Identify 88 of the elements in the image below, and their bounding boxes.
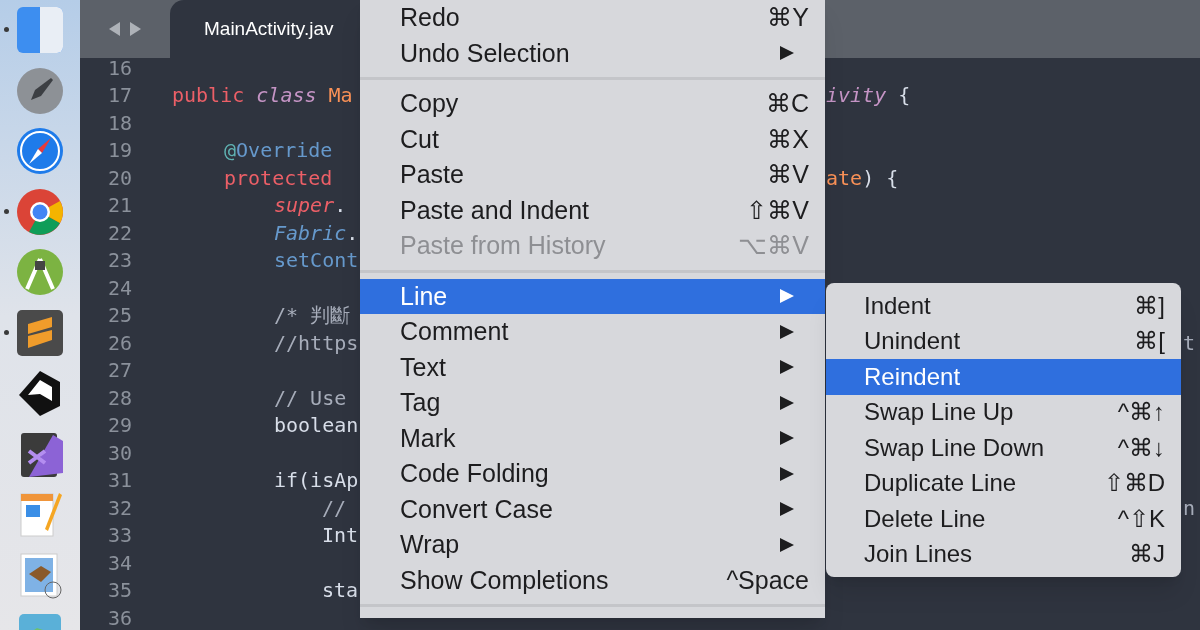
code-text: ivity {	[826, 82, 911, 110]
tab-title: MainActivity.jav	[204, 16, 334, 41]
code-text: //https	[274, 329, 359, 357]
line-number: 25	[106, 302, 132, 330]
menu-item[interactable]: Show Completions ^Space	[360, 562, 825, 598]
code-text: sta	[322, 577, 359, 605]
menu-item[interactable]: Delete Line ^⇧K	[826, 501, 1181, 537]
line-number: 26	[106, 329, 132, 357]
line-number: 29	[106, 412, 132, 440]
line-number: 18	[106, 109, 132, 137]
code-text: setCont	[274, 247, 359, 275]
menu-item[interactable]: Unindent ⌘[	[826, 323, 1181, 359]
line-number: 24	[106, 274, 132, 302]
menu-item[interactable]: Duplicate Line ⇧⌘D	[826, 465, 1181, 501]
code-text: Fabric.	[274, 219, 359, 247]
menu-item[interactable]: Paste ⌘V	[360, 157, 825, 193]
shortcut-text: ⌥⌘V	[738, 230, 809, 261]
shortcut-text: ⌘V	[767, 159, 809, 190]
line-number: 30	[106, 439, 132, 467]
submenu-arrow-icon	[779, 465, 795, 482]
menu-item[interactable]: Cut ⌘X	[360, 121, 825, 157]
forward-icon[interactable]	[129, 21, 143, 37]
menu-item[interactable]: Line	[360, 278, 825, 314]
line-number: 27	[106, 357, 132, 385]
shortcut-text: ⌘X	[767, 123, 809, 155]
code-text: // Use	[274, 384, 347, 412]
menu-item[interactable]: Tag	[360, 385, 825, 421]
code-text: if(isAp	[274, 467, 359, 495]
submenu-arrow-icon	[779, 536, 795, 553]
line-number: 17	[106, 82, 132, 110]
line-number: 36	[106, 604, 132, 630]
code-text: //	[322, 494, 347, 522]
code-text: super.	[274, 192, 347, 220]
submenu-arrow-icon	[779, 359, 795, 376]
shortcut-text: ⌘C	[765, 88, 809, 119]
line-number: 35	[106, 577, 132, 605]
shortcut-text: ⇧⌘D	[1103, 468, 1165, 499]
line-number: 34	[106, 549, 132, 577]
line-number: 19	[106, 137, 132, 165]
line-number: 20	[106, 164, 132, 192]
line-number: 28	[106, 384, 132, 412]
submenu-arrow-icon	[779, 288, 795, 305]
submenu-arrow-icon	[779, 323, 795, 340]
menu-item[interactable]: Swap Line Down ^⌘↓	[826, 430, 1181, 466]
code-text: t	[1183, 329, 1196, 357]
menu-item[interactable]: Reindent	[826, 359, 1181, 395]
code-text: ate) {	[826, 164, 899, 192]
shortcut-text: ⌘[	[1134, 326, 1165, 357]
submenu-arrow-icon	[779, 394, 795, 411]
line-number: 21	[106, 192, 132, 220]
code-text: @Override	[224, 137, 333, 165]
code-text: public class Ma	[172, 82, 353, 110]
menu-item[interactable]: Wrap	[360, 527, 825, 563]
menu-item[interactable]: Mark	[360, 420, 825, 456]
compass-icon[interactable]	[15, 126, 65, 176]
code-text: n	[1183, 494, 1196, 522]
code-text: boolean	[274, 412, 359, 440]
rocket-icon[interactable]	[15, 65, 65, 116]
line-number: 16	[106, 54, 132, 82]
menu-item[interactable]: Join Lines ⌘J	[826, 536, 1181, 572]
line-number: 23	[106, 247, 132, 275]
menu-item[interactable]: Paste and Indent ⇧⌘V	[360, 192, 825, 228]
menu-item[interactable]: Convert Case	[360, 491, 825, 527]
shortcut-text: ⌘]	[1134, 290, 1165, 321]
submenu-arrow-icon	[779, 45, 795, 62]
line-number: 22	[106, 219, 132, 247]
shortcut-text: ^⌘↓	[1117, 432, 1165, 463]
shortcut-text: ⌘J	[1129, 539, 1165, 570]
menu-item[interactable]: Swap Line Up ^⌘↑	[826, 394, 1181, 430]
shortcut-text: ^Space	[726, 564, 809, 596]
shortcut-text: ^⇧K	[1117, 503, 1165, 534]
shortcut-text: ⌘Y	[767, 2, 809, 33]
shortcut-text: ⇧⌘V	[746, 194, 809, 226]
back-icon[interactable]	[107, 21, 121, 37]
line-number: 33	[106, 522, 132, 550]
code-text: protected	[224, 164, 333, 192]
submenu-arrow-icon	[779, 430, 795, 447]
menu-item[interactable]: Comment	[360, 314, 825, 350]
line-number: 31	[106, 467, 132, 495]
menu-item[interactable]: Indent ⌘]	[826, 288, 1181, 324]
code-text: /* 判斷	[274, 302, 351, 330]
menu-item[interactable]: Text	[360, 349, 825, 385]
shortcut-text: ^⌘↑	[1117, 397, 1165, 428]
line-number: 32	[106, 494, 132, 522]
submenu-arrow-icon	[779, 501, 795, 518]
menu-item[interactable]: Code Folding	[360, 456, 825, 492]
menu-item[interactable]: Copy ⌘C	[360, 86, 825, 122]
code-text: Int	[322, 522, 359, 550]
